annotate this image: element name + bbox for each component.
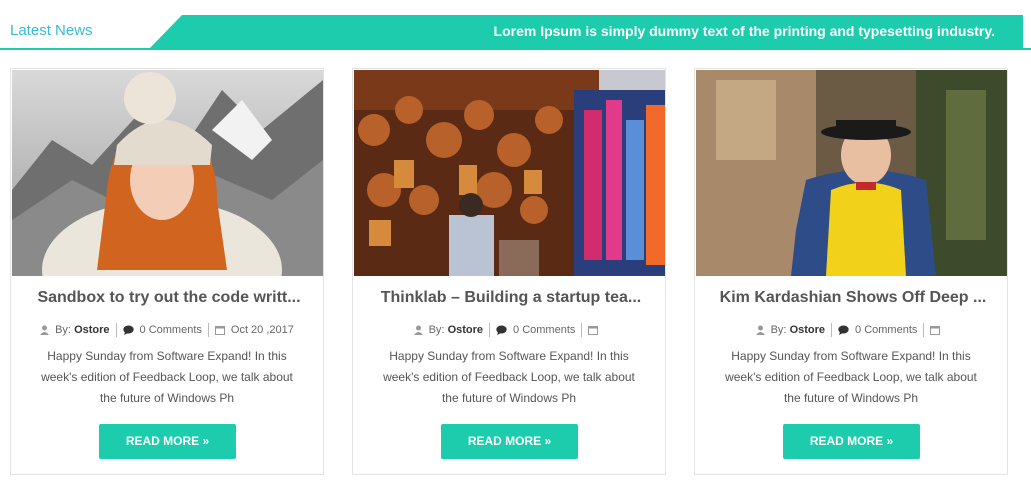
- latest-news-header: Latest News Lorem Ipsum is simply dummy …: [0, 14, 1031, 50]
- post-thumbnail[interactable]: [696, 70, 1007, 276]
- post-title[interactable]: Thinklab – Building a startup tea...: [365, 289, 657, 307]
- section-title: Latest News: [10, 22, 93, 39]
- user-icon: [413, 325, 423, 335]
- news-card: Thinklab – Building a startup tea... By:…: [352, 68, 666, 475]
- calendar-icon: [930, 326, 941, 335]
- comment-icon: [496, 325, 507, 335]
- post-meta: By: Ostore 0 Comments: [695, 323, 1007, 337]
- user-icon: [755, 325, 765, 335]
- post-thumbnail[interactable]: [354, 70, 665, 276]
- header-underline: [0, 48, 1031, 50]
- post-author[interactable]: Ostore: [448, 324, 483, 336]
- by-label: By:: [55, 324, 71, 336]
- meta-divider: [489, 323, 491, 337]
- read-more-button[interactable]: READ MORE »: [99, 424, 236, 459]
- post-excerpt: Happy Sunday from Software Expand! In th…: [725, 349, 977, 405]
- meta-divider: [923, 323, 925, 337]
- post-comments[interactable]: 0 Comments: [140, 324, 202, 336]
- read-more-button[interactable]: READ MORE »: [441, 424, 578, 459]
- news-card: Kim Kardashian Shows Off Deep ... By: Os…: [694, 68, 1008, 475]
- read-more-label: READ MORE: [467, 434, 542, 448]
- post-excerpt: Happy Sunday from Software Expand! In th…: [383, 349, 635, 405]
- by-label: By:: [770, 324, 787, 336]
- news-card: Sandbox to try out the code writt... By:…: [10, 68, 324, 475]
- news-ticker[interactable]: Lorem Ipsum is simply dummy text of the …: [150, 15, 1023, 48]
- calendar-icon: [588, 326, 599, 335]
- user-icon: [40, 325, 50, 335]
- calendar-icon: [214, 326, 225, 335]
- post-date: Oct 20 ,2017: [230, 324, 294, 336]
- meta-divider: [831, 323, 833, 337]
- post-meta: By: Ostore 0 Comments Oct 20 ,2017: [11, 323, 323, 337]
- market-bags-photo: [354, 70, 665, 276]
- post-comments[interactable]: 0 Comments: [513, 324, 575, 336]
- post-meta: By: Ostore 0 Comments: [353, 323, 665, 337]
- boy-with-hat-photo: [696, 70, 1007, 276]
- meta-divider: [581, 323, 583, 337]
- double-chevron-right-icon: »: [202, 434, 210, 448]
- meta-divider: [207, 323, 209, 337]
- read-more-label: READ MORE: [809, 434, 884, 448]
- read-more-button[interactable]: READ MORE »: [783, 424, 920, 459]
- by-label: By:: [428, 324, 445, 336]
- post-thumbnail[interactable]: [12, 70, 323, 276]
- post-author[interactable]: Ostore: [790, 324, 825, 336]
- post-comments[interactable]: 0 Comments: [855, 324, 917, 336]
- double-chevron-right-icon: »: [886, 434, 894, 448]
- comment-icon: [122, 325, 134, 335]
- meta-divider: [115, 323, 117, 337]
- double-chevron-right-icon: »: [544, 434, 552, 448]
- post-excerpt: Happy Sunday from Software Expand! In th…: [41, 349, 293, 405]
- read-more-label: READ MORE: [125, 434, 200, 448]
- post-title[interactable]: Sandbox to try out the code writt...: [23, 289, 315, 307]
- girl-in-snow-hat-photo: [12, 70, 323, 276]
- post-title[interactable]: Kim Kardashian Shows Off Deep ...: [707, 289, 999, 307]
- ticker-text: Lorem Ipsum is simply dummy text of the …: [493, 23, 995, 39]
- comment-icon: [838, 325, 849, 335]
- post-author[interactable]: Ostore: [74, 324, 109, 336]
